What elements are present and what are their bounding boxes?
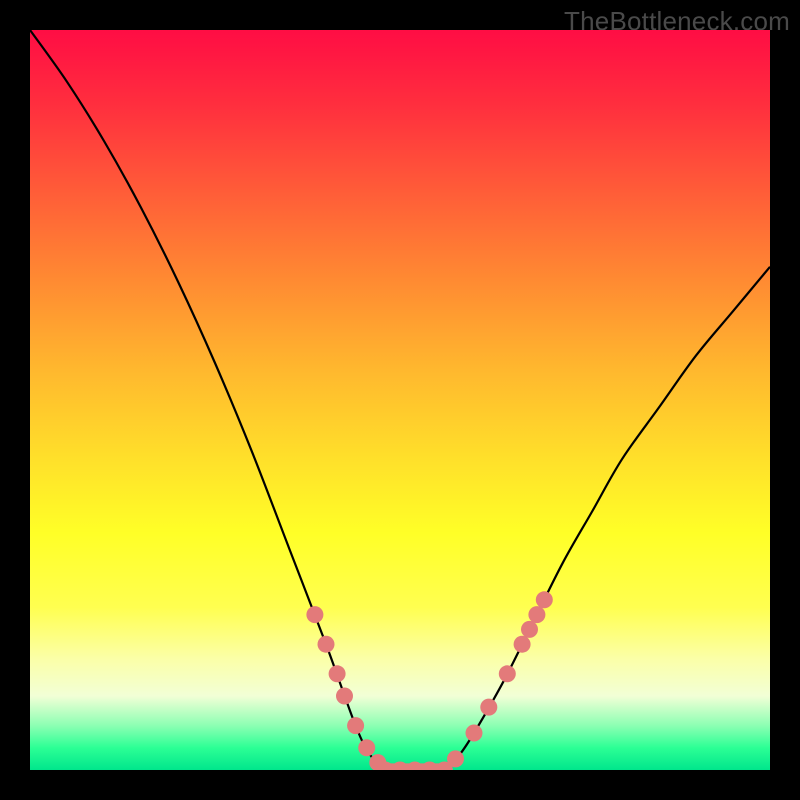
marker-dot (421, 762, 438, 771)
marker-dot (406, 762, 423, 771)
marker-dot (536, 591, 553, 608)
marker-dot (528, 606, 545, 623)
marker-dots-group (306, 591, 552, 770)
marker-dot (358, 739, 375, 756)
curve-overlay (30, 30, 770, 770)
marker-dot (336, 688, 353, 705)
marker-dot (329, 665, 346, 682)
marker-dot (499, 665, 516, 682)
marker-dot (480, 699, 497, 716)
marker-dot (514, 636, 531, 653)
marker-dot (447, 750, 464, 767)
marker-dot (318, 636, 335, 653)
marker-dot (347, 717, 364, 734)
marker-dot (306, 606, 323, 623)
marker-dot (392, 762, 409, 771)
chart-frame: TheBottleneck.com (0, 0, 800, 800)
marker-dot (466, 725, 483, 742)
plot-area (30, 30, 770, 770)
right-curve-path (444, 267, 770, 770)
marker-dot (521, 621, 538, 638)
left-curve-path (30, 30, 385, 770)
